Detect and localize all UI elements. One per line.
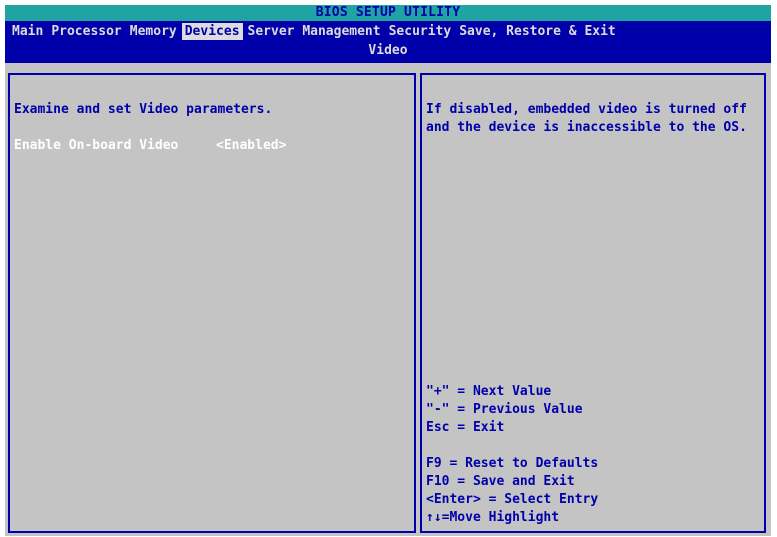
bios-title: BIOS SETUP UTILITY bbox=[5, 5, 771, 21]
bios-screen: BIOS SETUP UTILITY Main Processor Memory De… bbox=[0, 0, 777, 537]
help-pane: If disabled, embedded video is turned of… bbox=[420, 73, 766, 533]
key-reset-defaults: F9 = Reset to Defaults bbox=[426, 456, 599, 471]
menu-item-devices[interactable]: Devices bbox=[181, 23, 243, 40]
key-select-entry: <Enter> = Select Entry bbox=[426, 492, 599, 507]
key-previous-value: "-" = Previous Value bbox=[426, 402, 583, 417]
menu-item-memory[interactable]: Memory bbox=[127, 23, 180, 40]
menu-items: Main Processor Memory Devices Server Managem… bbox=[9, 23, 621, 40]
setting-row-onboard-video[interactable]: Enable On-board Video <Enabled> bbox=[14, 137, 286, 155]
key-legend: "+" = Next Value "-" = Previous Value Es… bbox=[426, 383, 598, 527]
help-text: If disabled, embedded video is turned of… bbox=[426, 101, 747, 137]
section-description: Examine and set Video parameters. bbox=[14, 102, 273, 117]
key-move-highlight: ↑↓=Move Highlight bbox=[426, 510, 560, 525]
menu-bar: Main Processor Memory Devices Server Managem… bbox=[5, 21, 771, 63]
help-text-line: If disabled, embedded video is turned of… bbox=[426, 102, 747, 117]
key-spacer bbox=[426, 437, 598, 455]
content-area: Examine and set Video parameters. Enable… bbox=[5, 63, 771, 536]
menu-item-main[interactable]: Main bbox=[9, 23, 46, 40]
menu-item-server-management[interactable]: Server Management bbox=[245, 23, 384, 40]
help-text-line: and the device is inaccessible to the OS… bbox=[426, 120, 747, 135]
key-save-exit: F10 = Save and Exit bbox=[426, 474, 575, 489]
menu-item-save-restore-exit[interactable]: Save, Restore & Exit bbox=[456, 23, 619, 40]
key-next-value: "+" = Next Value bbox=[426, 384, 552, 399]
setting-label: Enable On-board Video bbox=[14, 138, 179, 153]
setting-value[interactable]: <Enabled> bbox=[216, 137, 286, 155]
settings-pane: Examine and set Video parameters. Enable… bbox=[8, 73, 416, 533]
page-title: Video bbox=[368, 43, 408, 58]
menu-item-processor[interactable]: Processor bbox=[48, 23, 124, 40]
menu-item-security[interactable]: Security bbox=[386, 23, 455, 40]
key-esc-exit: Esc = Exit bbox=[426, 420, 505, 435]
